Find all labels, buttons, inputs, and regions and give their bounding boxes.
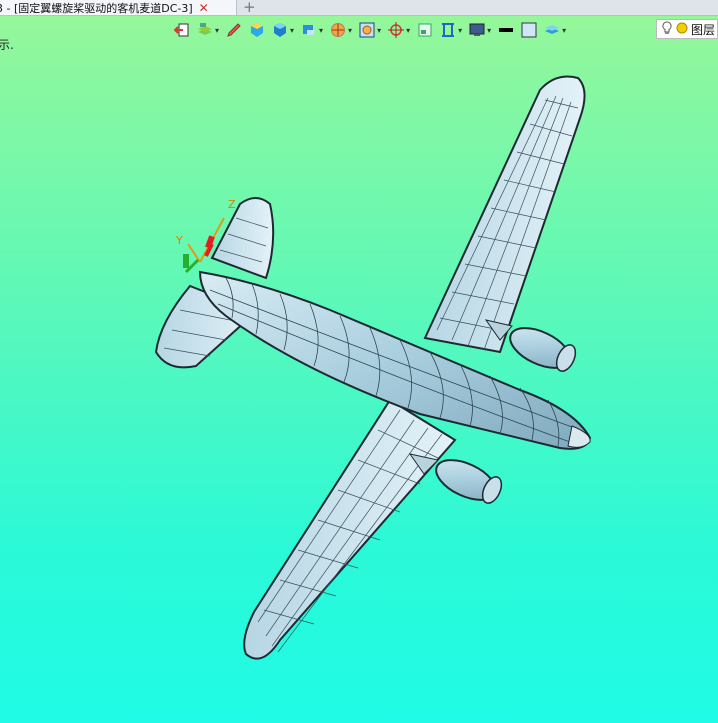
- triad-z-label: Z: [228, 198, 236, 211]
- dc3-aircraft-model[interactable]: Y Z: [0, 16, 718, 723]
- 3d-viewport[interactable]: 示. ▾ ▾ ▾ ▾ ▾ ▾ ▾ ▾ ▾ 图层 Y Z: [0, 16, 718, 723]
- tab-bar: 3 - [固定翼螺旋桨驱动的客机麦道DC-3] ✕ +: [0, 0, 718, 16]
- close-icon[interactable]: ✕: [199, 1, 209, 15]
- right-wing: [423, 75, 586, 354]
- nose-cone: [567, 425, 591, 448]
- left-wing: [243, 398, 457, 660]
- new-tab-icon[interactable]: +: [243, 0, 256, 16]
- left-engine: [408, 453, 503, 504]
- tab-title: 3 - [固定翼螺旋桨驱动的客机麦道DC-3]: [0, 1, 193, 15]
- triad-y-label: Y: [175, 234, 183, 247]
- right-stabilizer: [210, 197, 275, 280]
- document-tab[interactable]: 3 - [固定翼螺旋桨驱动的客机麦道DC-3] ✕: [0, 0, 237, 15]
